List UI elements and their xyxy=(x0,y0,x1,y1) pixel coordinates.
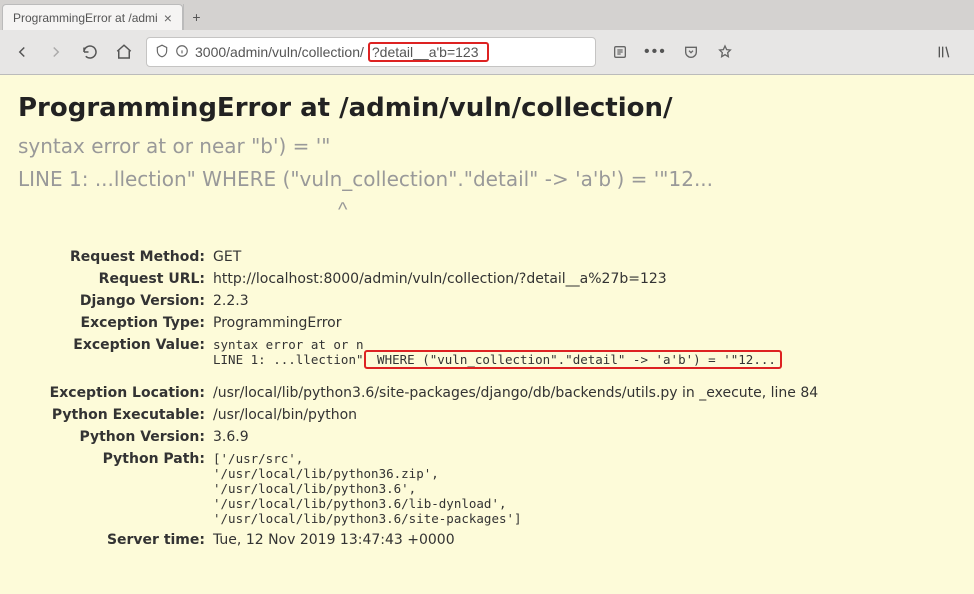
exception-value-highlight: WHERE ("vuln_collection"."detail" -> 'a'… xyxy=(364,350,782,369)
meta-key: Exception Value: xyxy=(18,337,213,353)
meta-key: Request Method: xyxy=(18,249,213,265)
toolbar-right xyxy=(934,42,964,62)
meta-key: Server time: xyxy=(18,532,213,548)
library-icon[interactable] xyxy=(934,42,954,62)
meta-key: Python Executable: xyxy=(18,407,213,423)
python-path-line: '/usr/local/lib/python3.6/lib-dynload', xyxy=(213,496,956,511)
back-button[interactable] xyxy=(10,40,34,64)
python-path-line: ['/usr/src', xyxy=(213,451,956,466)
meta-row-django-version: Django Version: 2.2.3 xyxy=(18,290,956,312)
forward-button[interactable] xyxy=(44,40,68,64)
browser-toolbar: 3000/admin/vuln/collection/ ?detail__a'b… xyxy=(0,30,974,74)
meta-val: GET xyxy=(213,249,956,265)
meta-val: /usr/local/bin/python xyxy=(213,407,956,423)
url-text-left: 3000/admin/vuln/collection/ xyxy=(195,44,364,60)
close-icon[interactable]: × xyxy=(164,10,172,26)
meta-val: 2.2.3 xyxy=(213,293,956,309)
error-subline-2: LINE 1: ...llection" WHERE ("vuln_collec… xyxy=(18,166,956,193)
meta-val: syntax error at or n LINE 1: ...llection… xyxy=(213,337,956,367)
shield-icon[interactable] xyxy=(155,44,169,61)
meta-key: Request URL: xyxy=(18,271,213,287)
meta-row-request-url: Request URL: http://localhost:8000/admin… xyxy=(18,268,956,290)
error-subline-1: syntax error at or near "b') = '" xyxy=(18,133,956,160)
error-page: ProgrammingError at /admin/vuln/collecti… xyxy=(0,75,974,594)
meta-key: Django Version: xyxy=(18,293,213,309)
reader-view-icon[interactable] xyxy=(610,42,630,62)
meta-val: Tue, 12 Nov 2019 13:47:43 +0000 xyxy=(213,532,956,548)
meta-row-python-version: Python Version: 3.6.9 xyxy=(18,426,956,448)
meta-val: ProgrammingError xyxy=(213,315,956,331)
browser-chrome: ProgrammingError at /admi × + 3000/admin… xyxy=(0,0,974,75)
meta-row-python-path: Python Path: ['/usr/src', '/usr/local/li… xyxy=(18,448,956,529)
meta-row-server-time: Server time: Tue, 12 Nov 2019 13:47:43 +… xyxy=(18,529,956,551)
url-text-boxed: ?detail__a'b=123 xyxy=(372,44,479,60)
new-tab-button[interactable]: + xyxy=(183,4,209,30)
meta-row-exception-location: Exception Location: /usr/local/lib/pytho… xyxy=(18,382,956,404)
meta-val: http://localhost:8000/admin/vuln/collect… xyxy=(213,271,956,287)
meta-val: /usr/local/lib/python3.6/site-packages/d… xyxy=(213,385,956,401)
reload-button[interactable] xyxy=(78,40,102,64)
bookmark-star-icon[interactable] xyxy=(715,42,735,62)
browser-tab[interactable]: ProgrammingError at /admi × xyxy=(2,4,183,30)
url-bar-actions: ••• xyxy=(610,42,735,62)
page-actions-icon[interactable]: ••• xyxy=(644,43,667,61)
url-bar[interactable]: 3000/admin/vuln/collection/ ?detail__a'b… xyxy=(146,37,596,67)
exception-value-line1: syntax error at or n xyxy=(213,337,364,352)
meta-row-request-method: Request Method: GET xyxy=(18,246,956,268)
python-path-line: '/usr/local/lib/python36.zip', xyxy=(213,466,956,481)
info-icon[interactable] xyxy=(175,44,189,61)
tab-strip: ProgrammingError at /admi × + xyxy=(0,0,974,30)
meta-key: Python Path: xyxy=(18,451,213,467)
home-button[interactable] xyxy=(112,40,136,64)
error-heading: ProgrammingError at /admin/vuln/collecti… xyxy=(18,93,956,123)
python-path-line: '/usr/local/lib/python3.6', xyxy=(213,481,956,496)
python-path-line: '/usr/local/lib/python3.6/site-packages'… xyxy=(213,511,956,526)
meta-row-exception-type: Exception Type: ProgrammingError xyxy=(18,312,956,334)
meta-val: 3.6.9 xyxy=(213,429,956,445)
tab-title: ProgrammingError at /admi xyxy=(13,11,158,25)
error-meta-table: Request Method: GET Request URL: http://… xyxy=(18,246,956,551)
meta-key: Exception Type: xyxy=(18,315,213,331)
python-path-list: ['/usr/src', '/usr/local/lib/python36.zi… xyxy=(213,451,956,526)
meta-key: Python Version: xyxy=(18,429,213,445)
pocket-icon[interactable] xyxy=(681,42,701,62)
exception-value-line2-pre: LINE 1: ...llection" xyxy=(213,352,364,367)
error-caret: ^ xyxy=(338,199,956,222)
meta-key: Exception Location: xyxy=(18,385,213,401)
meta-row-exception-value: Exception Value: syntax error at or n LI… xyxy=(18,334,956,370)
meta-row-python-executable: Python Executable: /usr/local/bin/python xyxy=(18,404,956,426)
url-query-highlight: ?detail__a'b=123 xyxy=(368,42,489,62)
